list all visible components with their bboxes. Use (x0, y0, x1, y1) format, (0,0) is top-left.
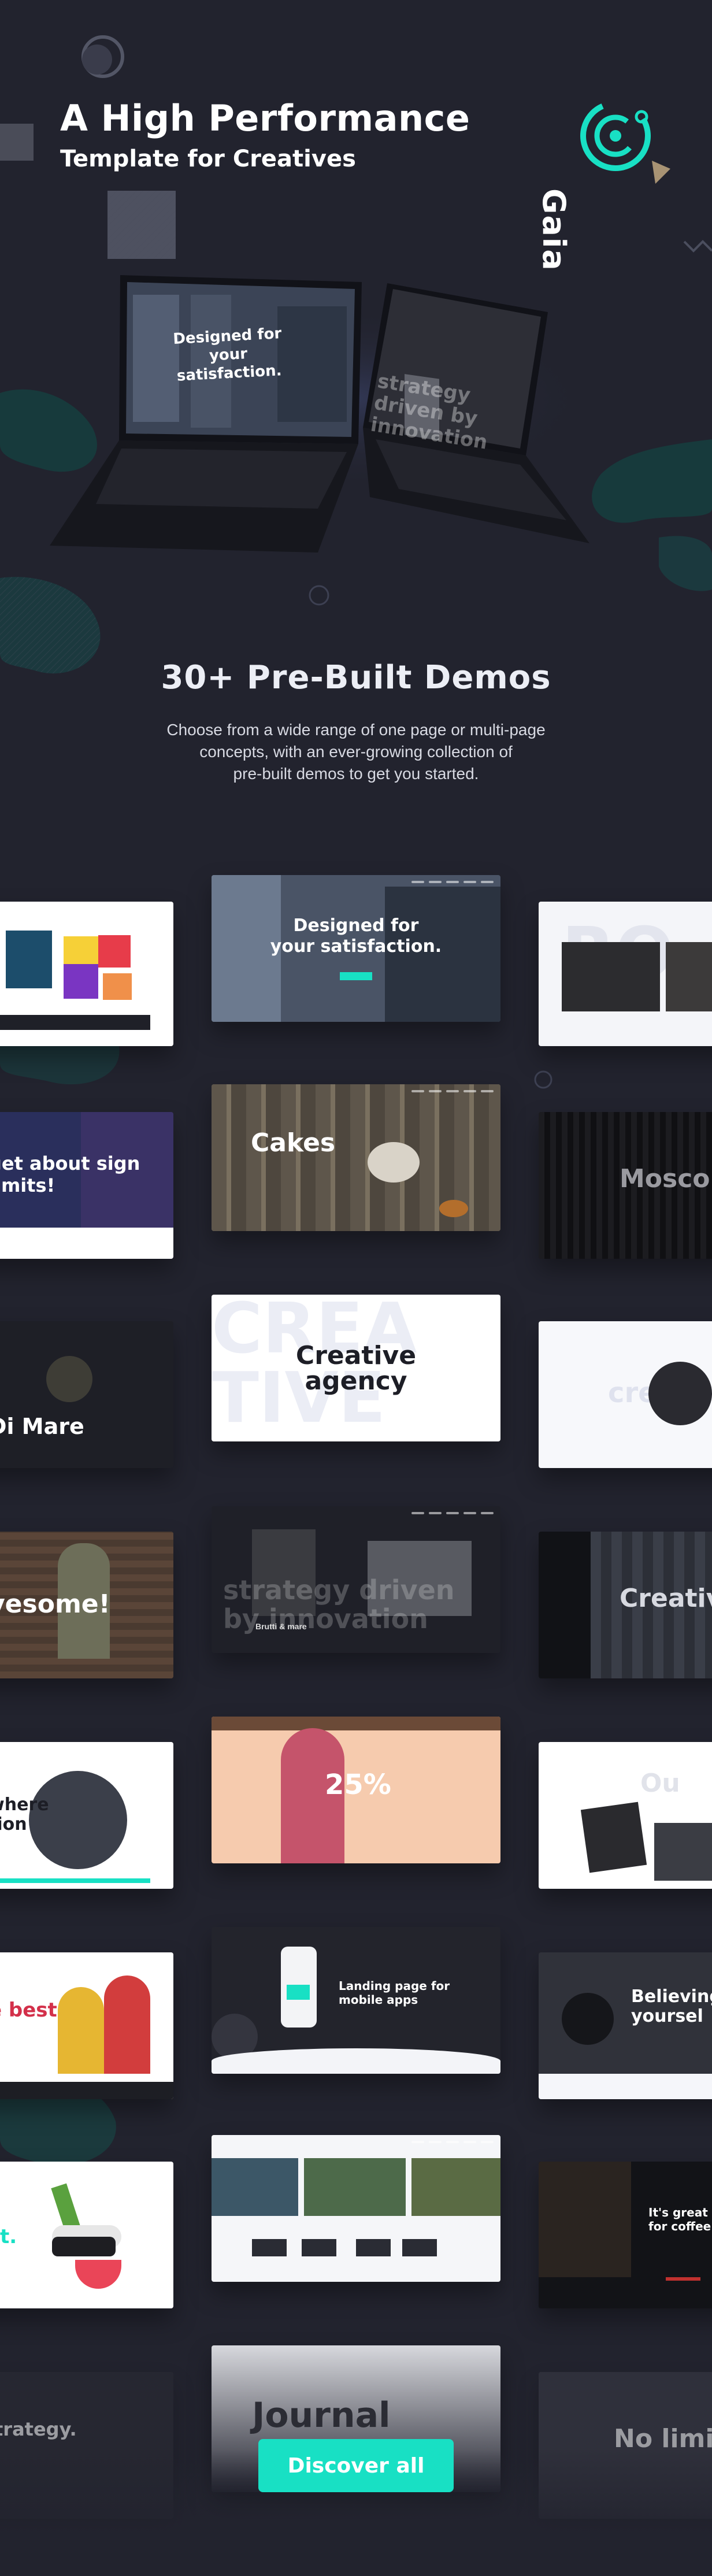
demo-r4c1-headline: vesome! (0, 1589, 110, 1619)
demo-r4c2-caption: Brutti & mare (255, 1622, 307, 1631)
demo-r2c3-headline: Mosco (620, 1164, 710, 1194)
demo-thumbnail-r3c3[interactable]: creat (539, 1321, 712, 1468)
demo-r8c3-headline: No limi (614, 2424, 712, 2453)
demo-thumbnail-r4c2[interactable]: strategy driven by innovation Brutti & m… (212, 1506, 500, 1653)
discover-all-button[interactable]: Discover all (258, 2439, 454, 2492)
demo-thumbnail-r5c1[interactable]: where tion (0, 1742, 173, 1889)
demo-r3c2-headline: Creative agency (295, 1341, 417, 1396)
demo-thumbnail-r3c1[interactable]: Di Mare (0, 1321, 173, 1468)
demo-r2c1-headline: get about sign limits! (0, 1152, 140, 1196)
demo-thumbnail-r7c1[interactable]: t. (0, 2162, 173, 2308)
demo-thumbnail-r2c2[interactable]: Cakes (212, 1084, 500, 1231)
demo-r8c1-headline: trategy. (0, 2418, 77, 2440)
demo-r3c1-headline: Di Mare (0, 1414, 84, 1439)
demo-r2c2-headline: Cakes (251, 1128, 336, 1158)
demo-r5c2-headline: 25% (325, 1769, 391, 1801)
demo-thumbnail-r5c2[interactable]: 25% (212, 1717, 500, 1863)
demo-thumbnail-r7c3[interactable]: It's great do for coffee (539, 2162, 712, 2308)
demo-thumbnail-r6c2[interactable]: Landing page for mobile apps (212, 1927, 500, 2074)
demo-thumbnail-r7c2[interactable] (212, 2135, 500, 2282)
demo-thumbnail-r6c3[interactable]: Believing yoursel (539, 1952, 712, 2099)
demo-thumbnail-r4c3[interactable]: Creativ (539, 1532, 712, 1678)
demo-r5c3-headline: Ou (640, 1769, 680, 1798)
demos-section-title: 30+ Pre-Built Demos (161, 659, 551, 696)
demo-r6c1-headline: e best (0, 1999, 57, 2022)
demo-thumbnail-r6c1[interactable]: e best (0, 1952, 173, 2099)
demo-r7c3-headline: It's great do for coffee (648, 2206, 712, 2233)
demo-r7c1-headline: t. (0, 2225, 17, 2248)
demo-r8c2-headline: Journal (252, 2395, 391, 2436)
demo-thumbnail-r2c3[interactable]: Mosco (539, 1112, 712, 1259)
demo-thumbnail-r5c3[interactable]: Ou (539, 1742, 712, 1889)
hero-subtitle: Template for Creatives (60, 146, 356, 172)
demo-r6c2-headline: Landing page for mobile apps (339, 1979, 450, 2007)
demo-thumbnail-r2c1[interactable]: get about sign limits! (0, 1112, 173, 1259)
demo-thumbnail-r4c1[interactable]: vesome! (0, 1532, 173, 1678)
demo-r4c3-headline: Creativ (620, 1584, 712, 1613)
demo-thumbnail-r1c3[interactable]: RO (539, 902, 712, 1046)
demos-section-description: Choose from a wide range of one page or … (166, 721, 546, 783)
demo-r1c2-headline: Designed for your satisfaction. (270, 916, 442, 957)
laptop-left-headline: Designed for your satisfaction. (172, 325, 283, 385)
hero-title: A High Performance (60, 97, 470, 139)
brand-name: Gaia (536, 188, 572, 272)
demo-thumbnail-r3c2[interactable]: CREA TIVE Creative agency (212, 1295, 500, 1441)
demo-thumbnail-r1c2[interactable]: Designed for your satisfaction. (212, 875, 500, 1022)
demo-r5c1-headline: where tion (0, 1795, 49, 1834)
demo-r6c3-headline: Believing yoursel (631, 1986, 712, 2026)
gaia-logo-icon (580, 101, 651, 171)
demo-thumbnail-r1c1[interactable] (0, 902, 173, 1046)
